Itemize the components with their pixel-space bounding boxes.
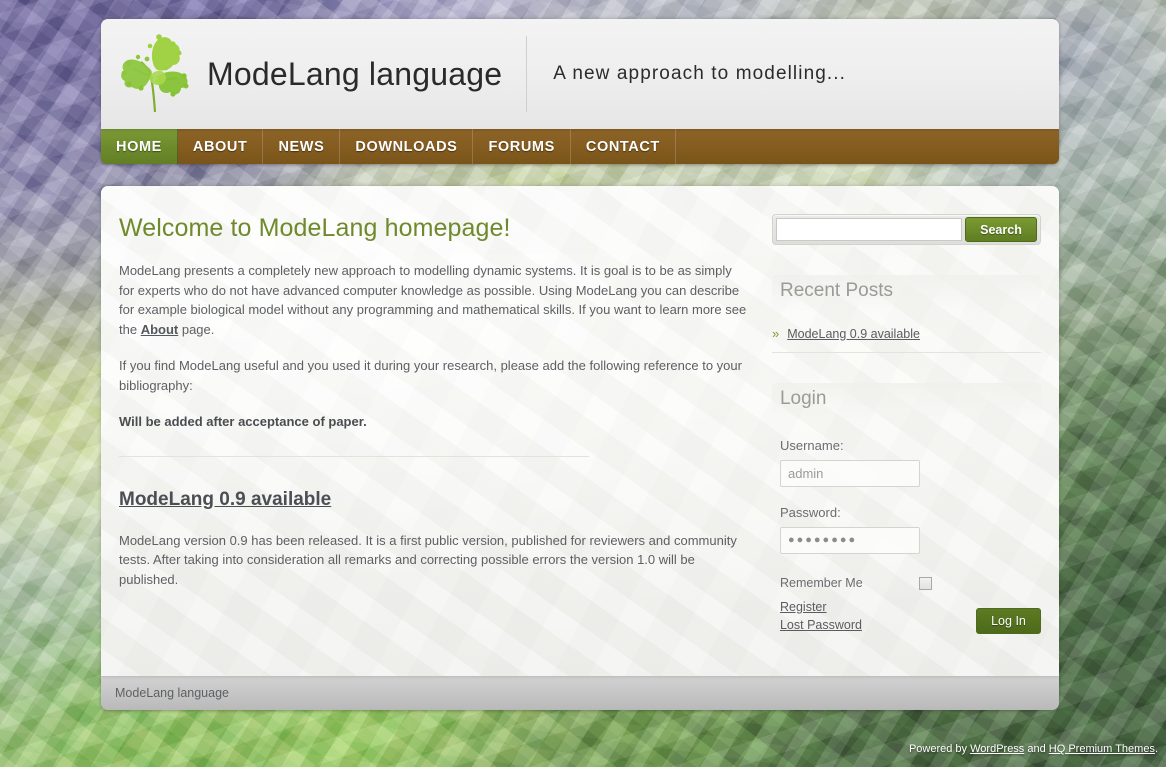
reference-paragraph: If you find ModeLang useful and you used… <box>119 358 742 393</box>
nav-item-news[interactable]: NEWS <box>263 129 341 164</box>
nav-item-contact[interactable]: CONTACT <box>571 129 676 164</box>
intro-text-part2: page. <box>178 321 215 337</box>
log-in-button[interactable]: Log In <box>976 608 1041 634</box>
credit-middle: and <box>1024 743 1049 755</box>
news-post: ModeLang 0.9 available ModeLang version … <box>119 489 750 590</box>
sidebar: Search Recent Posts » ModeLang 0.9 avail… <box>771 214 1041 634</box>
post-body: ModeLang version 0.9 has been released. … <box>119 532 737 587</box>
main-content: Welcome to ModeLang homepage! ModeLang p… <box>119 214 750 634</box>
nav-item-home[interactable]: HOME <box>101 129 178 164</box>
login-title: Login <box>771 383 1041 420</box>
nav-item-forums[interactable]: FORUMS <box>473 129 571 164</box>
content-panel: Welcome to ModeLang homepage! ModeLang p… <box>101 186 1059 676</box>
main-navigation: HOME ABOUT NEWS DOWNLOADS FORUMS CONTACT <box>101 129 1059 164</box>
search-widget: Search <box>771 214 1041 245</box>
footer-text: ModeLang language <box>115 686 229 700</box>
login-actions: Register Lost Password Log In <box>772 598 1041 634</box>
reference-note: Will be added after acceptance of paper. <box>119 414 367 429</box>
about-link[interactable]: About <box>141 322 179 337</box>
password-dots: ●●●●●●●● <box>787 534 858 546</box>
chevron-right-icon: » <box>771 326 780 341</box>
recent-posts-list: » ModeLang 0.9 available <box>771 326 1041 353</box>
recent-posts-title: Recent Posts <box>771 275 1041 312</box>
site-wrapper: ModeLang language A new approach to mode… <box>101 19 1059 710</box>
recent-post-link[interactable]: ModeLang 0.9 available <box>787 327 920 341</box>
list-item: » ModeLang 0.9 available <box>771 326 1041 353</box>
credit-suffix: . <box>1154 743 1158 755</box>
nav-item-downloads[interactable]: DOWNLOADS <box>340 129 474 164</box>
page-title: Welcome to ModeLang homepage! <box>119 214 511 242</box>
search-input[interactable] <box>775 218 962 241</box>
wordpress-link[interactable]: WordPress <box>970 743 1024 755</box>
remember-me-checkbox[interactable] <box>918 576 932 590</box>
username-label: Username: <box>779 438 844 453</box>
footer-bar: ModeLang language <box>101 676 1059 710</box>
powered-by-credit: Powered by WordPress and HQ Premium Them… <box>909 743 1158 755</box>
remember-me-row: Remember Me <box>780 576 932 590</box>
password-field[interactable]: ●●●●●●●● <box>779 527 920 554</box>
search-button[interactable]: Search <box>965 217 1037 242</box>
login-links: Register Lost Password <box>780 598 862 634</box>
site-title: ModeLang language <box>207 55 503 92</box>
username-field[interactable] <box>779 460 920 487</box>
leaf-icon <box>121 34 189 113</box>
register-link[interactable]: Register <box>780 598 862 616</box>
intro-paragraph: ModeLang presents a completely new appro… <box>119 261 750 339</box>
hq-premium-themes-link[interactable]: HQ Premium Themes <box>1049 743 1155 755</box>
page-background: ModeLang language A new approach to mode… <box>0 0 1166 767</box>
credit-prefix: Powered by <box>908 743 971 755</box>
password-label: Password: <box>779 505 841 520</box>
post-title-link[interactable]: ModeLang 0.9 available <box>119 489 331 511</box>
remember-me-label: Remember Me <box>779 576 863 590</box>
content-divider <box>119 455 589 457</box>
site-tagline: A new approach to modelling... <box>553 63 847 84</box>
header-divider <box>526 36 528 112</box>
site-header: ModeLang language A new approach to mode… <box>101 19 1059 129</box>
nav-item-about[interactable]: ABOUT <box>178 129 264 164</box>
lost-password-link[interactable]: Lost Password <box>780 616 862 634</box>
